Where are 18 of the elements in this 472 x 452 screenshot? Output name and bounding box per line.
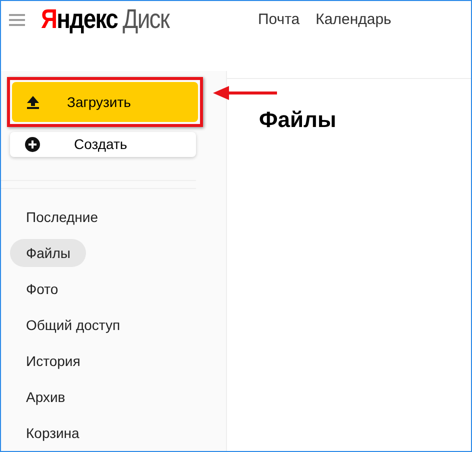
sidebar-item[interactable]: Файлы	[10, 239, 86, 267]
page-title: Файлы	[259, 106, 338, 134]
upload-icon	[27, 96, 39, 108]
logo-product: Диск	[122, 4, 170, 34]
arrow	[213, 86, 277, 100]
sidebar-item[interactable]: Общий доступ	[10, 311, 136, 339]
sidebar-item[interactable]: Фото	[10, 275, 74, 303]
logo-brand: Яндекс	[41, 4, 118, 34]
menu-icon[interactable]	[9, 13, 25, 27]
upload-button[interactable]: Загрузить	[12, 82, 198, 122]
sidebar-item[interactable]: История	[10, 347, 96, 375]
sidebar-item[interactable]: Последние	[10, 203, 114, 231]
create-button[interactable]: Создать	[10, 132, 196, 157]
plus-circle-icon	[25, 137, 40, 152]
sidebar-item[interactable]: Архив	[10, 383, 82, 411]
sidebar-item[interactable]: Корзина	[10, 419, 96, 447]
nav-link[interactable]: Почта	[258, 9, 300, 32]
nav-link[interactable]: Календарь	[316, 9, 392, 32]
